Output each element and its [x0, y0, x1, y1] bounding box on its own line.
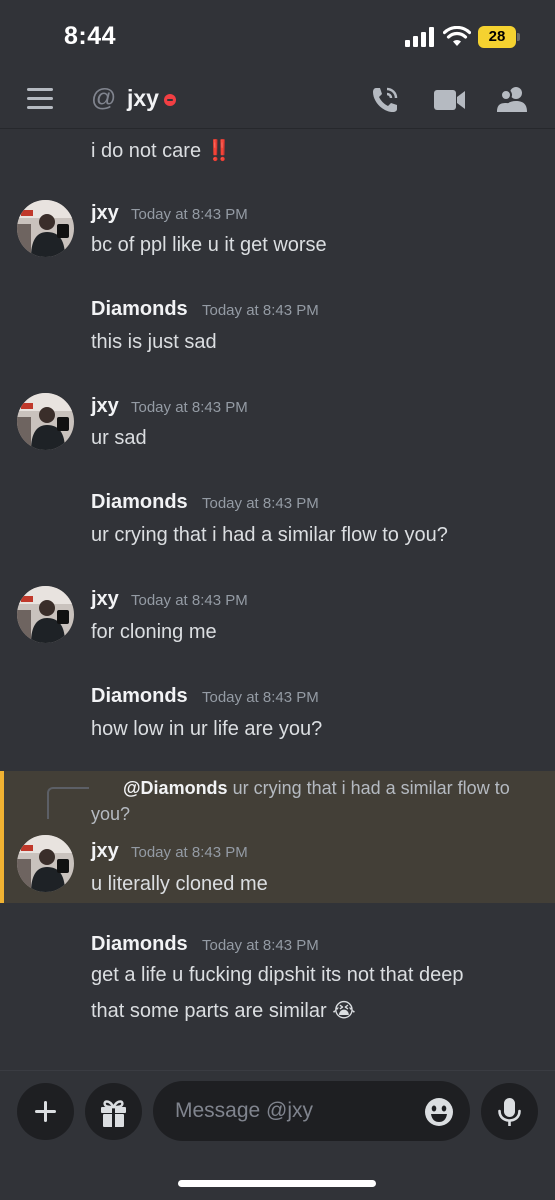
message-text: get a life u fucking dipshit its not tha…	[91, 964, 464, 986]
at-icon: @	[91, 84, 117, 112]
dnd-status-icon	[164, 94, 176, 106]
message-text: u literally cloned me	[91, 873, 268, 895]
message-author[interactable]: Diamonds	[91, 685, 188, 708]
message-text: this is just sad	[91, 331, 217, 353]
video-call-icon[interactable]	[434, 88, 466, 112]
message-text: ur crying that i had a similar flow to y…	[91, 524, 448, 546]
avatar[interactable]	[17, 586, 74, 643]
plus-icon	[35, 1101, 56, 1122]
reply-mention[interactable]: @Diamonds	[123, 778, 228, 798]
message-timestamp: Today at 8:43 PM	[202, 937, 319, 954]
message-timestamp: Today at 8:43 PM	[131, 206, 248, 223]
battery-icon: 28	[478, 26, 516, 48]
message-timestamp: Today at 8:43 PM	[202, 689, 319, 706]
message-author[interactable]: jxy	[91, 202, 119, 225]
cellular-signal-icon	[405, 27, 434, 47]
gift-button[interactable]	[85, 1083, 142, 1140]
message-author[interactable]: Diamonds	[91, 491, 188, 514]
menu-icon[interactable]	[27, 88, 53, 110]
add-attachment-button[interactable]	[17, 1083, 74, 1140]
message-text: ur sad	[91, 427, 147, 449]
message-author[interactable]: jxy	[91, 840, 119, 863]
message-text: i do not care ‼️	[91, 140, 232, 162]
message-author[interactable]: jxy	[91, 395, 119, 418]
gift-icon	[101, 1100, 126, 1127]
reply-preview[interactable]: @Diamonds ur crying that i had a similar…	[91, 775, 551, 827]
message-text: for cloning me	[91, 621, 217, 643]
avatar[interactable]	[17, 835, 74, 892]
channel-name[interactable]: jxy	[127, 85, 159, 112]
battery-nub	[517, 33, 520, 41]
status-time: 8:44	[64, 22, 117, 50]
message-input[interactable]	[153, 1081, 470, 1141]
message-timestamp: Today at 8:43 PM	[202, 495, 319, 512]
message-timestamp: Today at 8:43 PM	[131, 399, 248, 416]
reply-connector	[47, 787, 89, 819]
wifi-icon	[443, 26, 471, 46]
highlighted-reply-message[interactable]: @Diamonds ur crying that i had a similar…	[0, 771, 555, 903]
chat-header: @ jxy	[0, 72, 555, 129]
message-timestamp: Today at 8:43 PM	[131, 844, 248, 861]
avatar[interactable]	[17, 393, 74, 450]
message-text: that some parts are similar 😭	[91, 1000, 356, 1022]
message-author[interactable]: Diamonds	[91, 933, 188, 956]
avatar[interactable]	[17, 200, 74, 257]
message-author[interactable]: jxy	[91, 588, 119, 611]
voice-call-icon[interactable]	[370, 85, 400, 115]
home-indicator[interactable]	[178, 1180, 376, 1187]
members-icon[interactable]	[497, 85, 527, 113]
message-text: bc of ppl like u it get worse	[91, 234, 327, 256]
status-bar: 8:44 28	[0, 0, 555, 72]
emoji-icon[interactable]	[424, 1097, 454, 1127]
voice-message-button[interactable]	[481, 1083, 538, 1140]
microphone-icon	[498, 1098, 521, 1126]
message-list[interactable]: i do not care ‼️ jxy Today at 8:43 PM bc…	[0, 130, 555, 1070]
message-text: how low in ur life are you?	[91, 718, 323, 740]
message-author[interactable]: Diamonds	[91, 298, 188, 321]
message-timestamp: Today at 8:43 PM	[131, 592, 248, 609]
message-timestamp: Today at 8:43 PM	[202, 302, 319, 319]
